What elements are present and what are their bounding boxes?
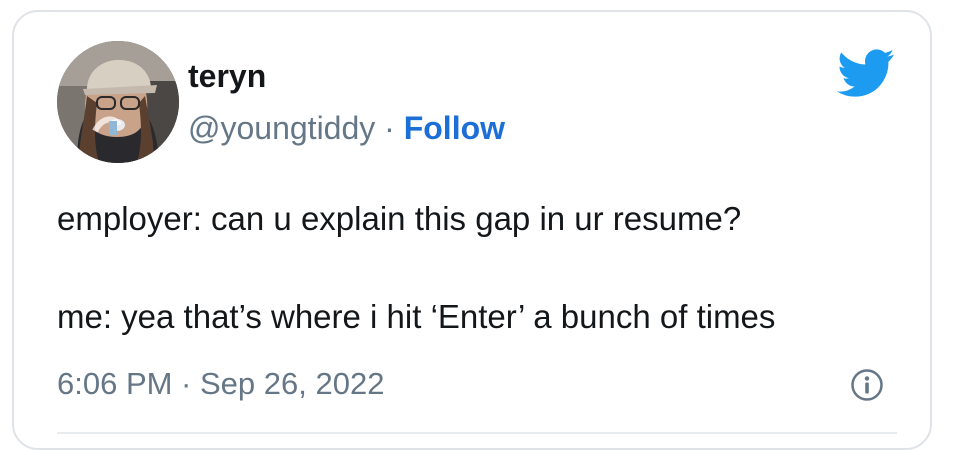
tweet-text-line-1: employer: can u explain this gap in ur r… — [57, 200, 742, 237]
info-icon[interactable] — [850, 368, 884, 402]
tweet-timestamp[interactable]: 6:06 PM · Sep 26, 2022 — [57, 364, 384, 404]
separator-dot: · — [384, 110, 395, 146]
tweet-text-line-2: me: yea that’s where i hit ‘Enter’ a bun… — [57, 298, 776, 335]
follow-button[interactable]: Follow — [404, 110, 505, 146]
avatar[interactable] — [57, 41, 179, 163]
author-handle[interactable]: @youngtiddy — [188, 110, 375, 146]
author-name[interactable]: teryn — [188, 56, 266, 96]
author-handle-row: @youngtiddy · Follow — [188, 108, 505, 148]
tweet-card: teryn @youngtiddy · Follow employer: can… — [12, 10, 932, 450]
avatar-photo — [57, 41, 179, 163]
twitter-bird-icon[interactable] — [837, 48, 895, 98]
